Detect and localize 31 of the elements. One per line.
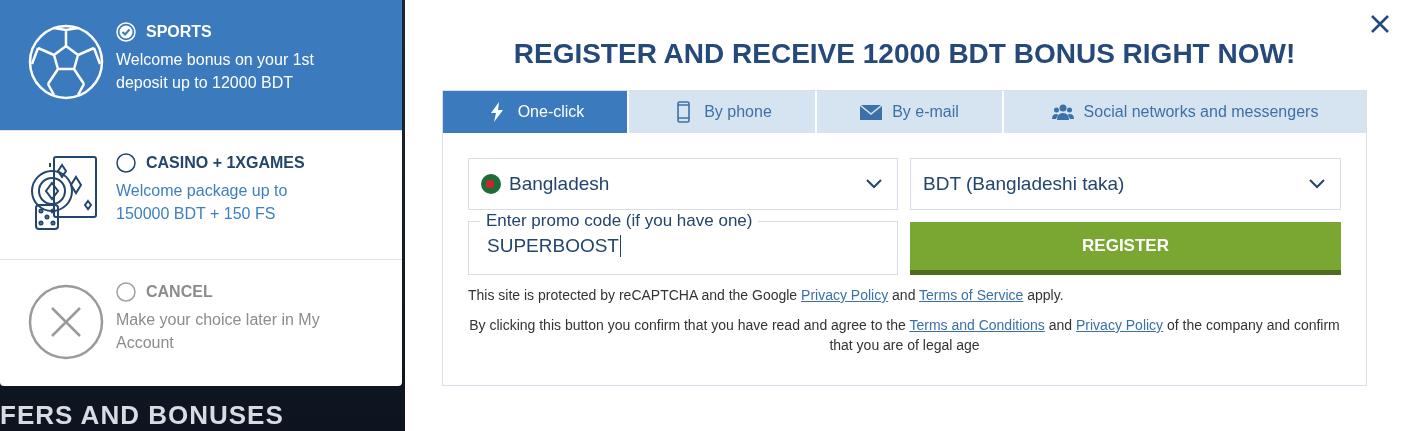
text-link[interactable]: Terms of Service [919, 287, 1024, 303]
soccer-ball-icon [28, 24, 104, 100]
bonus-option[interactable]: SPORTS Welcome bonus on your 1st deposit up to 12000 BDT [0, 0, 402, 130]
chevron-down-icon [1308, 178, 1326, 190]
bonus-option[interactable]: CANCEL Make your choice later in My Account [0, 259, 402, 386]
modal-title: REGISTER AND RECEIVE 12000 BDT BONUS RIGHT NOW! [512, 38, 1297, 70]
currency-select[interactable]: BDT (Bangladeshi taka) [910, 158, 1341, 210]
radio-icon[interactable] [116, 282, 136, 302]
option-title: SPORTS [146, 23, 212, 41]
section-heading: FERS AND BONUSES [0, 400, 285, 431]
tab[interactable]: One-click [443, 91, 629, 133]
register-button[interactable]: REGISTER [910, 222, 1341, 275]
text-link[interactable]: Privacy Policy [801, 287, 889, 303]
bonus-option[interactable]: CASINO + 1XGAMES Welcome package up to 150000 BDT + 150 FS [0, 130, 402, 259]
recaptcha-note: This site is protected by reCAPTCHA and the Google Privacy Policy and Terms of Service apply. [467, 286, 1065, 305]
option-description: Make your choice later in My Account [116, 310, 321, 353]
consent-note: By clicking this button you confirm that you have read and agree to the Terms and Conditions and Privacy Policy of the company and confirm that you are of legal age [468, 316, 1341, 355]
flag-icon [481, 174, 501, 194]
radio-icon[interactable] [116, 153, 136, 173]
radio-checked-icon[interactable] [116, 22, 136, 42]
option-description: Welcome bonus on your 1st deposit up to 12000 BDT [116, 50, 316, 93]
close-icon[interactable] [1370, 14, 1390, 34]
text-link[interactable]: Privacy Policy [1076, 317, 1164, 333]
chevron-down-icon [865, 178, 883, 190]
country-select[interactable]: Bangladesh [468, 158, 898, 210]
circled-cross-icon [28, 284, 104, 360]
option-title: CANCEL [146, 283, 213, 301]
option-title: CASINO + 1XGAMES [146, 154, 305, 172]
option-description: Welcome package up to 150000 BDT + 150 FS [116, 181, 289, 224]
text-link[interactable]: Terms and Conditions [909, 317, 1045, 333]
promo-code-field[interactable]: Enter promo code (if you have one) SUPERBOOST [468, 211, 898, 275]
